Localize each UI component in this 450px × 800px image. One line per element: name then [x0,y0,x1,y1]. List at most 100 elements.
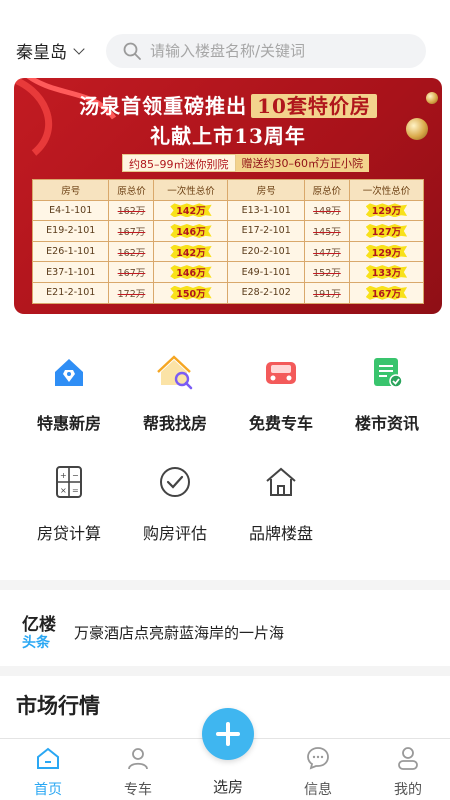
special-price: 146万 [170,265,212,280]
feature-label: 购房评估 [142,524,207,543]
headline-ticker[interactable]: 亿楼 头条 万豪酒店点亮蔚蓝海岸的一片海 [0,592,450,666]
original-price: 191万 [303,281,350,304]
feature-special-new-homes[interactable]: 特惠新房 [14,352,124,434]
section-divider [0,666,450,676]
car-icon [266,362,296,384]
original-price: 148万 [303,199,350,222]
tagline-right: 赠送约30–60㎡方正小院 [235,154,369,172]
section-divider [0,580,450,590]
special-price-cell: 142万 [153,240,229,263]
tab-info[interactable]: 信息 [283,745,353,799]
special-price: 133万 [365,265,408,280]
special-price: 142万 [170,203,212,218]
banner-subtitle: 礼献上市13周年 [150,124,306,148]
unit-no: E13-1-101 [227,199,305,222]
feature-free-car[interactable]: 免费专车 [226,352,336,434]
original-price: 167万 [108,220,155,242]
col-header: 房号 [227,179,305,201]
feature-label: 免费专车 [248,414,313,433]
special-price-cell: 150万 [153,281,229,304]
tab-profile[interactable]: 我的 [373,745,443,799]
feature-label: 房贷计算 [36,524,101,543]
svg-text:+: + [60,471,67,480]
promo-banner[interactable]: 汤泉首领重磅推出 10套特价房 礼献上市13周年 约85–99㎡迷你别院 赠送约3… [14,78,442,314]
city-label: 秦皇岛 [16,43,67,63]
feature-mortgage-calculator[interactable]: + − × = 房贷计算 [14,462,124,544]
special-price-cell: 129万 [348,199,425,222]
search-input[interactable] [150,42,410,60]
news-document-icon [374,358,403,388]
banner-title: 汤泉首领重磅推出 10套特价房 [14,90,442,119]
chevron-down-icon [73,42,85,55]
table-row: E19-2-101 167万 146万 E17-2-101 145万 127万 [31,220,425,242]
chat-bubble-icon [307,747,329,770]
tab-label: 首页 [34,782,62,798]
original-price: 167万 [108,261,155,283]
tab-label: 我的 [394,782,422,798]
price-table-header: 房号 原总价 一次性总价 房号 原总价 一次性总价 [31,179,425,201]
search-bar[interactable] [106,34,426,68]
price-table: 房号 原总价 一次性总价 房号 原总价 一次性总价 E4-1-101 162万 … [31,179,425,304]
original-price: 152万 [303,261,350,283]
svg-text:−: − [72,471,79,480]
home-outline-icon [266,467,296,496]
banner-tagline: 约85–99㎡迷你别院 赠送约30–60㎡方正小院 [122,154,369,172]
unit-no: E26-1-101 [31,240,110,263]
tab-home[interactable]: 首页 [13,745,83,799]
house-tag-icon [55,359,83,386]
unit-no: E17-2-101 [227,220,305,242]
calculator-icon: + − × = [56,466,82,498]
special-price: 142万 [170,244,212,259]
special-price-cell: 127万 [348,220,425,242]
house-search-icon [157,355,193,390]
city-selector[interactable]: 秦皇岛 [16,38,85,63]
unit-no: E28-2-102 [227,281,305,304]
feature-label: 特惠新房 [36,414,101,433]
table-row: E26-1-101 162万 142万 E20-2-101 147万 129万 [31,240,425,263]
special-price: 129万 [365,244,408,259]
special-price: 167万 [365,285,408,300]
user-icon [398,747,418,770]
feature-label: 帮我找房 [142,414,207,433]
special-price: 146万 [170,223,212,238]
original-price: 162万 [108,240,155,263]
special-price-cell: 146万 [153,220,229,242]
home-icon [37,747,59,769]
col-header: 一次性总价 [153,179,229,201]
col-header: 原总价 [108,179,155,201]
headline-text[interactable]: 万豪酒店点亮蔚蓝海岸的一片海 [74,622,284,643]
unit-no: E20-2-101 [227,240,305,263]
original-price: 145万 [303,220,350,242]
table-row: E21-2-101 172万 150万 E28-2-102 191万 167万 [31,281,425,304]
original-price: 162万 [108,199,155,222]
col-header: 房号 [31,179,110,201]
special-price-cell: 142万 [153,199,229,222]
tagline-left: 约85–99㎡迷你别院 [122,154,236,172]
table-row: E4-1-101 162万 142万 E13-1-101 148万 129万 [31,199,425,222]
tab-label: 信息 [304,782,332,798]
headline-logo-bottom: 头条 [22,635,50,651]
feature-find-home[interactable]: 帮我找房 [120,352,230,434]
feature-purchase-assessment[interactable]: 购房评估 [120,462,230,544]
col-header: 一次性总价 [348,179,425,201]
select-home-fab-button[interactable] [202,708,254,760]
search-icon [123,42,141,60]
special-price-cell: 133万 [348,261,425,283]
original-price: 147万 [303,240,350,263]
original-price: 172万 [108,281,155,304]
tab-car[interactable]: 专车 [103,745,173,799]
unit-no: E21-2-101 [31,281,110,304]
special-price: 127万 [365,223,408,238]
market-section-title: 市场行情 [16,694,100,718]
feature-brand-properties[interactable]: 品牌楼盘 [226,462,336,544]
table-row: E37-1-101 167万 146万 E49-1-101 152万 133万 [31,261,425,283]
driver-icon [128,748,148,770]
special-price-cell: 146万 [153,261,229,283]
special-price: 129万 [365,203,408,218]
banner-title-text: 汤泉首领重磅推出 [79,94,248,118]
feature-market-news[interactable]: 楼市资讯 [332,352,442,434]
tab-label: 专车 [124,782,152,798]
unit-no: E49-1-101 [227,261,305,283]
col-header: 原总价 [303,179,350,201]
svg-text:=: = [72,486,79,495]
